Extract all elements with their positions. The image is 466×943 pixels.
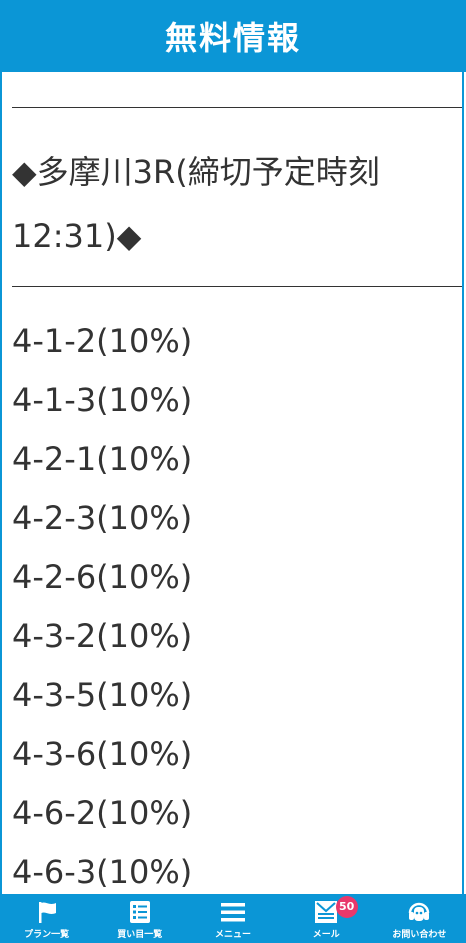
tab-bets-label: 買い目一覧: [117, 930, 163, 940]
pick-item: 4-3-5(10%): [12, 676, 193, 714]
tab-contact[interactable]: お問い合わせ: [373, 894, 466, 943]
race-heading: ◆多摩川3R(締切予定時刻 12:31)◆: [12, 140, 452, 268]
pick-item: 4-3-2(10%): [12, 617, 193, 655]
page-title: 無料情報: [164, 19, 301, 57]
flag-icon: [38, 902, 56, 923]
headset-icon: [409, 902, 430, 921]
hamburger-icon: [221, 903, 245, 922]
divider-top: [12, 107, 462, 108]
pick-item: 4-6-2(10%): [12, 794, 193, 832]
tab-contact-label: お問い合わせ: [392, 930, 447, 940]
pick-item: 4-6-3(10%): [12, 853, 193, 891]
pick-item: 4-1-3(10%): [12, 381, 193, 419]
tab-plans[interactable]: プラン一覧: [0, 894, 93, 943]
app-header: 無料情報: [0, 0, 466, 72]
tab-mail[interactable]: 50 メール: [280, 894, 373, 943]
pick-item: 4-1-2(10%): [12, 322, 193, 360]
picks-list: 4-1-2(10%) 4-1-3(10%) 4-2-1(10%) 4-2-3(1…: [12, 312, 192, 894]
race-heading-line2: 12:31)◆: [12, 217, 142, 255]
pick-item: 4-2-6(10%): [12, 558, 193, 596]
pick-item: 4-2-1(10%): [12, 440, 193, 478]
tab-bets[interactable]: 買い目一覧: [93, 894, 186, 943]
tab-mail-label: メール: [312, 930, 340, 940]
list-icon: [129, 901, 150, 923]
pick-item: 4-3-6(10%): [12, 735, 193, 773]
tab-menu-label: メニュー: [215, 930, 252, 940]
tab-menu[interactable]: メニュー: [186, 894, 279, 943]
mail-icon: [315, 901, 338, 923]
free-info-content: ◆多摩川3R(締切予定時刻 12:31)◆ 4-1-2(10%) 4-1-3(1…: [0, 72, 464, 894]
divider-bottom: [12, 286, 462, 287]
mail-count-badge: 50: [335, 896, 358, 918]
tab-plans-label: プラン一覧: [24, 930, 70, 940]
bottom-tab-bar: プラン一覧 買い目一覧 メニュー 50 メール お問い合わせ: [0, 894, 466, 943]
pick-item: 4-2-3(10%): [12, 499, 193, 537]
race-heading-line1: ◆多摩川3R(締切予定時刻: [12, 153, 380, 191]
